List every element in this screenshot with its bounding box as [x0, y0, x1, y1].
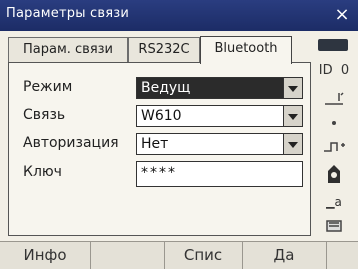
softkey-info[interactable]: Инфо: [0, 242, 91, 269]
tab-rs232c[interactable]: RS232C: [128, 37, 200, 63]
key-value: ****: [141, 165, 177, 181]
key-input[interactable]: ****: [136, 161, 303, 187]
id-label: ID: [318, 63, 333, 78]
keyboard-icon: [312, 217, 356, 237]
dot-icon: [312, 117, 356, 133]
title-bar: Параметры связи ×: [0, 0, 358, 31]
input-mode-label: a: [334, 195, 342, 209]
battery-icon: [312, 37, 356, 55]
chevron-down-icon[interactable]: [283, 106, 302, 126]
chevron-down-icon[interactable]: [283, 134, 302, 154]
softkey-empty-2[interactable]: [326, 242, 358, 269]
softkey-bar: Инфо Спис Да: [0, 241, 358, 269]
id-icon: ID 0: [312, 63, 356, 83]
auth-select[interactable]: Нет: [136, 133, 303, 155]
key-label: Ключ: [23, 164, 62, 180]
softkey-yes[interactable]: Да: [242, 242, 327, 269]
mode-label: Режим: [23, 79, 73, 95]
softkey-empty-1[interactable]: [90, 242, 165, 269]
status-sidebar: ID 0 ▁a: [312, 37, 356, 237]
link-select[interactable]: W610: [136, 105, 303, 127]
auth-value: Нет: [141, 136, 169, 152]
chevron-down-icon[interactable]: [283, 78, 302, 98]
tab-bluetooth[interactable]: Bluetooth: [200, 36, 292, 64]
mode-value: Ведущ: [141, 80, 191, 96]
prism-icon: [312, 163, 356, 187]
tab-comm-params[interactable]: Парам. связи: [8, 37, 128, 63]
mode-select[interactable]: Ведущ: [136, 77, 303, 99]
id-value: 0: [340, 63, 350, 78]
link-value: W610: [141, 108, 182, 124]
settings-panel: Режим Ведущ Связь W610 Авторизация Нет К…: [8, 62, 311, 236]
laser-icon: [312, 137, 356, 157]
link-label: Связь: [23, 107, 66, 123]
level-icon: [312, 89, 356, 109]
close-icon[interactable]: ×: [331, 4, 353, 26]
input-mode-icon: ▁a: [326, 195, 342, 209]
window-title: Параметры связи: [6, 6, 129, 21]
softkey-list[interactable]: Спис: [164, 242, 243, 269]
auth-label: Авторизация: [23, 135, 119, 151]
